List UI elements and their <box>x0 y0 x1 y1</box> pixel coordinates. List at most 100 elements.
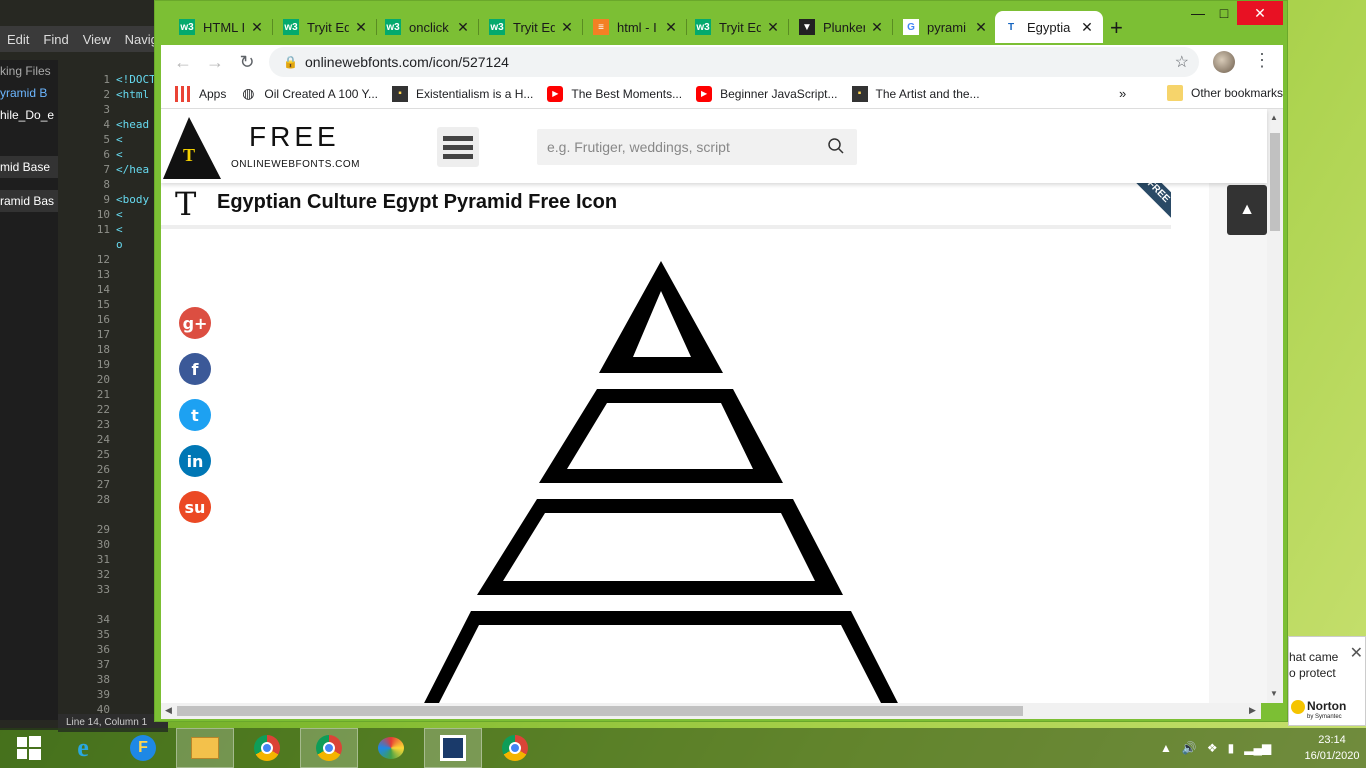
new-tab-button[interactable]: + <box>1110 15 1123 41</box>
bookmark-item[interactable]: Apps <box>175 85 226 102</box>
linkedin-icon[interactable]: in <box>179 445 211 477</box>
line-number: 8 <box>103 178 110 191</box>
line-number: 2 <box>103 88 110 101</box>
editor-menu-find[interactable]: Find <box>36 32 75 47</box>
so-favicon-icon: ≡ <box>593 19 609 35</box>
tab-close-icon[interactable]: ✕ <box>663 19 679 36</box>
upload-icon[interactable]: ▲ <box>1227 185 1267 235</box>
tab-close-icon[interactable]: ✕ <box>765 19 781 36</box>
battery-icon[interactable]: ▮ <box>1228 741 1235 755</box>
system-clock[interactable]: 23:14 16/01/2020 <box>1300 732 1364 764</box>
editor-sidebar: king Files yramid B hile_Do_e mid Base r… <box>0 60 58 720</box>
close-window-button[interactable]: ✕ <box>1237 1 1283 25</box>
site-search-input[interactable] <box>537 129 857 165</box>
volume-icon[interactable]: 🔊 <box>1182 741 1197 755</box>
signal-icon[interactable]: ▂▄▆ <box>1244 741 1271 755</box>
site-logo-icon[interactable]: T <box>163 117 223 179</box>
sidebar-file[interactable]: mid Base <box>0 156 58 178</box>
tab-label: html - I <box>617 19 657 35</box>
other-bookmarks[interactable]: Other bookmarks <box>1167 85 1283 101</box>
tab[interactable]: ▼ Plunker ✕ <box>791 11 893 43</box>
horizontal-scrollbar[interactable]: ◀ ▶ <box>161 703 1261 719</box>
chrome-taskbar-icon[interactable] <box>486 728 544 768</box>
facebook-icon[interactable]: f <box>179 353 211 385</box>
tab[interactable]: Gpyrami ✕ <box>895 11 997 43</box>
page-title: Egyptian Culture Egypt Pyramid Free Icon <box>217 191 618 213</box>
bookmarks-overflow-icon[interactable]: » <box>1119 86 1126 101</box>
tab-active[interactable]: T Egyptia ✕ <box>995 11 1103 43</box>
tab-separator <box>788 19 789 35</box>
line-number: 7 <box>103 163 110 176</box>
editor-menu-view[interactable]: View <box>76 32 118 47</box>
app-f-icon[interactable]: F <box>114 728 172 768</box>
bookmark-item[interactable]: ◍ Oil Created A 100 Y... <box>240 85 378 102</box>
tab-close-icon[interactable]: ✕ <box>1079 19 1095 36</box>
tab[interactable]: w3 onclick ✕ <box>377 11 479 43</box>
browser-toolbar: ← → ↻ 🔒 onlinewebfonts.com/icon/527124 ☆… <box>161 45 1283 79</box>
free-ribbon-label: FREE <box>1131 183 1171 223</box>
vertical-scrollbar[interactable]: ▲ ▼ <box>1267 109 1283 703</box>
reload-icon[interactable]: ↻ <box>235 50 259 74</box>
logo-subtitle[interactable]: ONLINEWEBFONTS.COM <box>231 159 360 170</box>
tray-expand-icon[interactable]: ▲ <box>1160 741 1172 755</box>
search-icon[interactable] <box>827 137 845 155</box>
dropbox-icon[interactable]: ❖ <box>1207 741 1218 755</box>
chrome-taskbar-icon-active[interactable] <box>300 728 358 768</box>
app-window-icon[interactable] <box>424 728 482 768</box>
site-glyph-icon: T <box>175 185 197 223</box>
bookmark-item[interactable]: ▶ The Best Moments... <box>547 85 682 102</box>
editor-menu-edit[interactable]: Edit <box>0 32 36 47</box>
w3-favicon-icon: w3 <box>695 19 711 35</box>
close-icon[interactable]: ✕ <box>1350 643 1363 663</box>
tab[interactable]: w3 Tryit Ed ✕ <box>481 11 583 43</box>
bookmark-star-icon[interactable]: ☆ <box>1175 52 1189 72</box>
paint-icon[interactable] <box>362 728 420 768</box>
back-arrow-icon[interactable]: ← <box>171 50 195 74</box>
tab[interactable]: w3 Tryit Ed ✕ <box>275 11 377 43</box>
scroll-right-icon[interactable]: ▶ <box>1249 705 1256 716</box>
internet-explorer-icon[interactable]: e <box>54 728 112 768</box>
tab[interactable]: w3 HTML I ✕ <box>171 11 273 43</box>
logo-wordmark[interactable]: FREE <box>249 121 340 153</box>
scroll-up-icon[interactable]: ▲ <box>1270 113 1278 122</box>
bookmarks-bar: Apps ◍ Oil Created A 100 Y... ▪ Existentiali… <box>161 79 1283 109</box>
address-bar[interactable]: 🔒 onlinewebfonts.com/icon/527124 ☆ <box>269 47 1199 77</box>
tab-close-icon[interactable]: ✕ <box>455 19 471 36</box>
tab-close-icon[interactable]: ✕ <box>869 19 885 36</box>
vertical-scroll-thumb[interactable] <box>1270 133 1280 231</box>
file-explorer-icon[interactable] <box>176 728 234 768</box>
tab-close-icon[interactable]: ✕ <box>353 19 369 36</box>
tab-close-icon[interactable]: ✕ <box>559 19 575 36</box>
start-button[interactable] <box>0 728 58 768</box>
tab-close-icon[interactable]: ✕ <box>249 19 265 36</box>
line-number: 23 <box>96 418 110 431</box>
forward-arrow-icon[interactable]: → <box>203 50 227 74</box>
bookmark-item[interactable]: ▪ Existentialism is a H... <box>392 85 533 102</box>
sidebar-file[interactable]: yramid B <box>0 82 58 104</box>
twitter-icon[interactable]: t <box>179 399 211 431</box>
tab[interactable]: w3 Tryit Ed ✕ <box>687 11 789 43</box>
hamburger-menu-button[interactable] <box>437 127 479 167</box>
globe-icon: ◍ <box>242 85 255 101</box>
profile-avatar[interactable] <box>1213 51 1235 73</box>
bookmark-item[interactable]: ▪ The Artist and the... <box>851 85 980 102</box>
sidebar-file[interactable]: ramid Bas <box>0 190 58 212</box>
lock-icon[interactable]: 🔒 <box>283 55 298 69</box>
tab-separator <box>272 19 273 35</box>
menu-kebab-icon[interactable]: ⋮ <box>1253 50 1271 71</box>
line-number <box>58 507 114 522</box>
norton-logo: Norton by Symantec <box>1291 699 1346 720</box>
scroll-down-icon[interactable]: ▼ <box>1270 689 1278 698</box>
google-plus-icon[interactable]: g+ <box>179 307 211 339</box>
horizontal-scroll-thumb[interactable] <box>177 706 1023 716</box>
tab-close-icon[interactable]: ✕ <box>973 19 989 36</box>
scroll-left-icon[interactable]: ◀ <box>165 705 172 716</box>
chrome-taskbar-icon[interactable] <box>238 728 296 768</box>
stumbleupon-icon[interactable]: su <box>179 491 211 523</box>
sidebar-file[interactable]: hile_Do_e <box>0 104 58 126</box>
line-number: 38 <box>96 673 110 686</box>
bookmark-item[interactable]: ▶ Beginner JavaScript... <box>696 85 838 102</box>
url-text[interactable]: onlinewebfonts.com/icon/527124 <box>305 54 509 70</box>
tab[interactable]: ≡ html - I ✕ <box>585 11 687 43</box>
pyramid-icon <box>424 261 898 703</box>
